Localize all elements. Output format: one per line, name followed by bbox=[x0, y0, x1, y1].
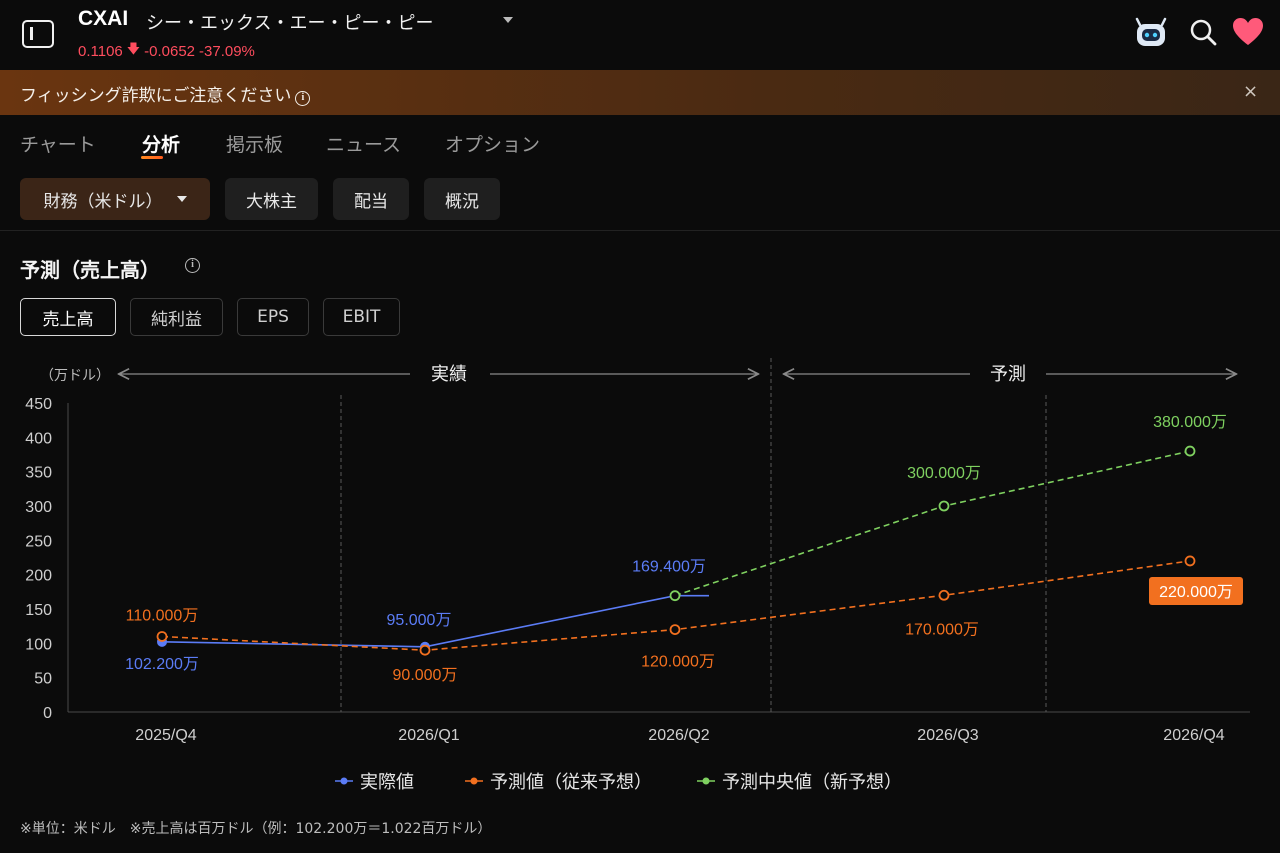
legend-marker-median bbox=[702, 777, 710, 785]
financials-label: 財務（米ドル） bbox=[43, 191, 163, 212]
active-tab-indicator bbox=[141, 156, 163, 159]
down-arrow-icon: 🡇 bbox=[126, 41, 141, 56]
price-change-pct: -37.09% bbox=[199, 42, 255, 60]
info-icon[interactable]: i bbox=[185, 258, 200, 273]
y-tick-label: 300 bbox=[25, 499, 52, 516]
section-title: 予測（売上高） bbox=[20, 258, 160, 282]
legend-label-consensus: 予測値（従来予想） bbox=[490, 772, 652, 793]
y-tick-label: 350 bbox=[25, 465, 52, 482]
y-tick-label: 150 bbox=[25, 602, 52, 619]
forecast-chart: 0 50 100 150 200 250 300 350 400 450 2025/Q4 2026/Q… bbox=[25, 358, 1250, 793]
y-tick-label: 100 bbox=[25, 636, 52, 653]
point-consensus bbox=[419, 644, 431, 656]
chevron-down-icon bbox=[176, 196, 187, 202]
x-tick-label: 2026/Q4 bbox=[1163, 727, 1224, 744]
legend-marker-actual bbox=[340, 777, 348, 785]
price-value: 0.1106 bbox=[78, 42, 123, 60]
metric-ebit[interactable]: EBIT bbox=[323, 298, 400, 336]
ticker-symbol: CXAI bbox=[78, 7, 129, 30]
price-change: -0.0652 bbox=[144, 42, 196, 60]
forecast-period-label: 予測 bbox=[990, 364, 1026, 385]
data-label-median: 300.000万 bbox=[907, 465, 981, 482]
phishing-warning-banner[interactable]: フィッシング詐欺にご注意ください i × bbox=[0, 70, 1280, 115]
actual-period-label: 実績 bbox=[431, 364, 467, 385]
y-tick-label: 50 bbox=[34, 671, 52, 688]
chevron-down-icon[interactable] bbox=[503, 17, 513, 23]
legend-label-actual: 実際値 bbox=[360, 772, 414, 793]
metric-net-income[interactable]: 純利益 bbox=[130, 298, 223, 336]
metric-eps[interactable]: EPS bbox=[237, 298, 309, 336]
data-label-consensus: 90.000万 bbox=[393, 667, 458, 684]
dividend-button[interactable]: 配当 bbox=[333, 178, 409, 220]
data-label-consensus: 110.000万 bbox=[126, 607, 199, 624]
tab-options[interactable]: オプション bbox=[445, 130, 540, 157]
point-consensus bbox=[156, 631, 168, 642]
close-icon[interactable]: × bbox=[1243, 81, 1258, 102]
x-tick-label: 2026/Q1 bbox=[398, 727, 459, 744]
data-label-median: 380.000万 bbox=[1153, 414, 1227, 431]
point-consensus bbox=[938, 589, 950, 601]
section-divider bbox=[0, 230, 1280, 231]
y-tick-label: 400 bbox=[25, 430, 52, 447]
banner-text: フィッシング詐欺にご注意ください bbox=[20, 86, 292, 106]
overview-button[interactable]: 概況 bbox=[424, 178, 500, 220]
tab-chart[interactable]: チャート bbox=[20, 130, 96, 157]
data-label-consensus: 120.000万 bbox=[641, 654, 715, 671]
y-tick-label: 250 bbox=[25, 533, 52, 550]
tab-news[interactable]: ニュース bbox=[326, 130, 401, 157]
tab-analysis[interactable]: 分析 bbox=[142, 130, 180, 157]
x-tick-label: 2026/Q2 bbox=[648, 727, 709, 744]
data-label-consensus-highlight: 220.000万 bbox=[1159, 584, 1233, 601]
info-icon[interactable]: i bbox=[295, 91, 311, 106]
data-label-actual: 95.000万 bbox=[387, 612, 452, 629]
x-tick-label: 2025/Q4 bbox=[135, 727, 196, 744]
y-tick-label: 450 bbox=[25, 396, 52, 413]
favorite-heart-icon[interactable] bbox=[1232, 17, 1264, 47]
banner-message: フィッシング詐欺にご注意ください i bbox=[20, 81, 311, 106]
data-label-consensus: 170.000万 bbox=[905, 621, 979, 638]
point-median bbox=[1184, 445, 1196, 457]
header: CXAI シー・エックス・エー・ピー・ピー 0.1106 🡇 -0.0652 -… bbox=[0, 0, 1280, 70]
point-median bbox=[938, 500, 950, 512]
legend-marker-consensus bbox=[470, 777, 478, 785]
y-tick-label: 0 bbox=[43, 705, 52, 722]
y-unit-label: （万ドル） bbox=[40, 368, 110, 384]
robot-assistant-icon[interactable] bbox=[1134, 17, 1168, 49]
price-quote: 0.1106 🡇 -0.0652 -37.09% bbox=[78, 40, 255, 62]
footnote: ※単位：米ドル ※売上高は百万ドル（例：102.200万＝1.022百万ドル） bbox=[20, 821, 492, 837]
point-median bbox=[669, 590, 681, 602]
point-consensus bbox=[1184, 555, 1196, 567]
metric-revenue[interactable]: 売上高 bbox=[20, 298, 116, 336]
data-label-actual: 102.200万 bbox=[125, 656, 199, 673]
major-holders-button[interactable]: 大株主 bbox=[225, 178, 318, 220]
financials-dropdown[interactable]: 財務（米ドル） bbox=[20, 178, 210, 220]
search-icon[interactable] bbox=[1188, 17, 1218, 47]
y-tick-label: 200 bbox=[25, 568, 52, 585]
x-tick-label: 2026/Q3 bbox=[917, 727, 978, 744]
sidebar-toggle-icon[interactable] bbox=[22, 20, 54, 48]
legend-label-median: 予測中央値（新予想） bbox=[722, 772, 902, 793]
data-label-actual: 169.400万 bbox=[632, 559, 706, 576]
company-name[interactable]: シー・エックス・エー・ピー・ピー bbox=[146, 9, 433, 35]
point-consensus bbox=[669, 624, 681, 635]
tab-board[interactable]: 掲示板 bbox=[226, 130, 283, 157]
